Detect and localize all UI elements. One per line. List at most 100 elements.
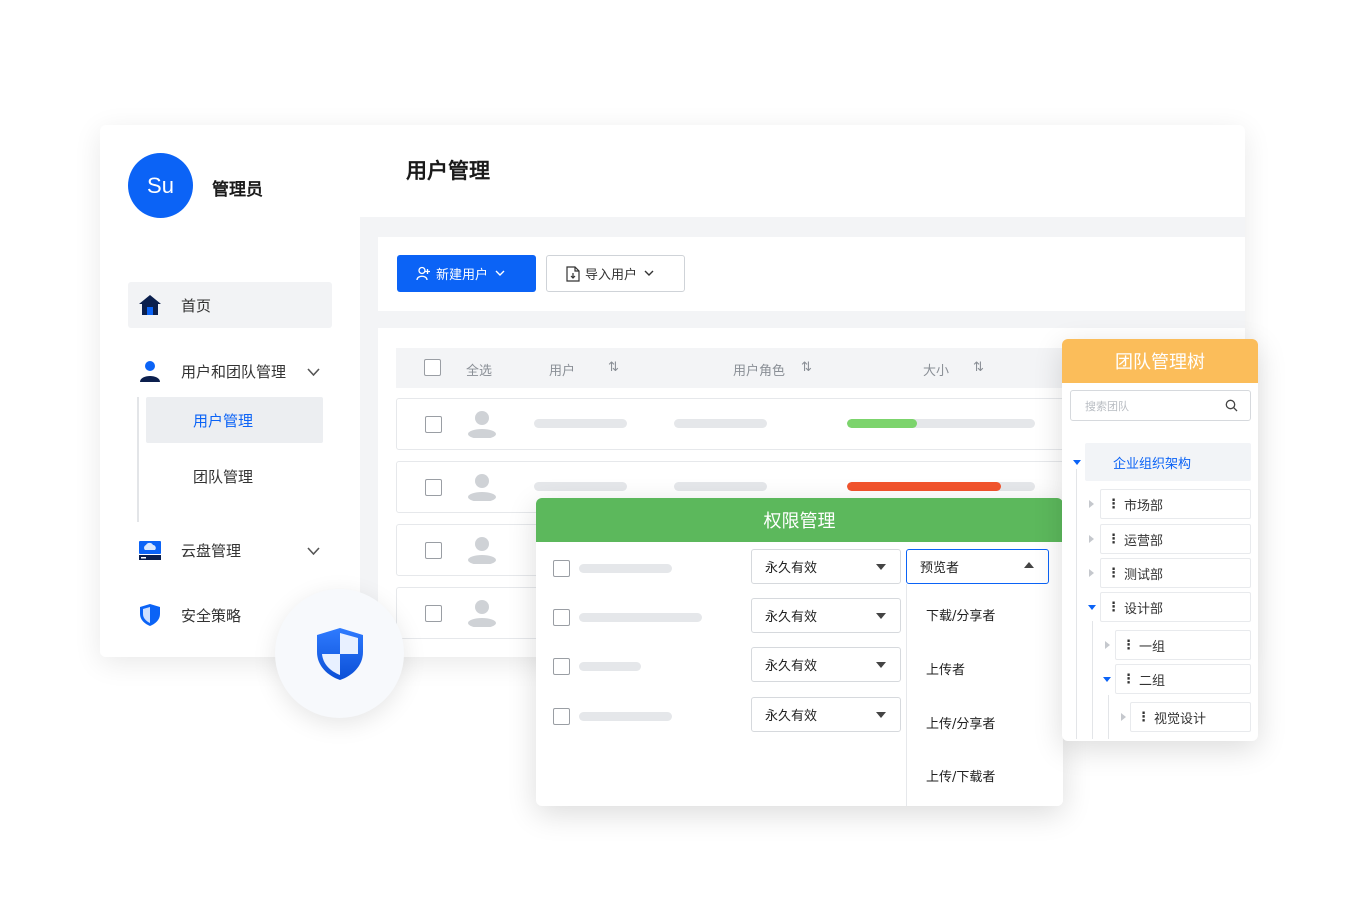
- drag-handle-icon[interactable]: ⋮: [1107, 532, 1120, 547]
- search-icon[interactable]: [1225, 399, 1238, 412]
- import-user-button[interactable]: 导入用户: [546, 255, 685, 292]
- chevron-down-icon: [495, 270, 505, 277]
- chevron-down-icon[interactable]: [307, 542, 320, 560]
- validity-value: 永久有效: [765, 610, 818, 625]
- tree-node-label: 市场部: [1124, 498, 1164, 514]
- column-header-size[interactable]: 大小: [923, 360, 949, 379]
- tree-node-label: 一组: [1139, 639, 1166, 655]
- caret-down-icon: [876, 712, 886, 718]
- collapse-arrow-icon[interactable]: [1121, 713, 1126, 721]
- storage-usage-bar: [847, 482, 1035, 491]
- tree-node-label: 设计部: [1124, 601, 1164, 617]
- toolbar: 新建用户 导入用户: [378, 237, 1245, 311]
- drag-handle-icon[interactable]: ⋮: [1107, 497, 1120, 512]
- role-option[interactable]: 上传/分享者: [926, 713, 995, 732]
- tree-node-label: 企业组织架构: [1113, 456, 1192, 472]
- sidebar-item-team-manage[interactable]: 团队管理: [146, 453, 323, 499]
- row-checkbox[interactable]: [425, 542, 442, 559]
- sidebar-item-label: 首页: [181, 296, 212, 315]
- sidebar-item-label: 安全策略: [181, 606, 242, 625]
- role-option[interactable]: 上传者: [926, 659, 965, 678]
- user-avatar-icon: [468, 411, 496, 438]
- tree-node-group2[interactable]: ⋮ 二组: [1115, 664, 1251, 694]
- column-header-role[interactable]: 用户角色: [733, 360, 785, 379]
- role-selected-value: 预览者: [920, 561, 960, 576]
- drag-handle-icon[interactable]: ⋮: [1107, 566, 1120, 581]
- sidebar-item-user-team[interactable]: 用户和团队管理: [128, 348, 332, 394]
- permission-row: 永久有效: [536, 697, 906, 733]
- sidebar-item-label: 团队管理: [193, 467, 254, 486]
- row-checkbox[interactable]: [425, 479, 442, 496]
- import-file-icon: [566, 265, 580, 282]
- validity-select[interactable]: 永久有效: [751, 549, 901, 584]
- row-checkbox[interactable]: [425, 605, 442, 622]
- expand-arrow-icon[interactable]: [1103, 677, 1111, 682]
- team-search-input[interactable]: 搜索团队: [1070, 390, 1251, 421]
- add-user-icon: [416, 266, 431, 281]
- row-checkbox[interactable]: [553, 560, 570, 577]
- tree-node-group1[interactable]: ⋮ 一组: [1115, 630, 1251, 660]
- column-header-user[interactable]: 用户: [549, 360, 575, 379]
- permission-row: 永久有效: [536, 549, 906, 585]
- collapse-arrow-icon[interactable]: [1089, 500, 1094, 508]
- role-placeholder: [674, 419, 767, 428]
- admin-name: 管理员: [212, 180, 263, 200]
- drag-handle-icon[interactable]: ⋮: [1122, 638, 1135, 653]
- team-tree-title: 团队管理树: [1062, 339, 1258, 383]
- sidebar-item-label: 用户和团队管理: [181, 362, 287, 381]
- user-avatar-icon: [468, 537, 496, 564]
- tree-node-operation[interactable]: ⋮ 运营部: [1100, 524, 1251, 554]
- avatar[interactable]: Su: [128, 153, 193, 218]
- drag-handle-icon[interactable]: ⋮: [1122, 672, 1135, 687]
- caret-down-icon: [876, 564, 886, 570]
- expand-arrow-icon[interactable]: [1073, 460, 1081, 465]
- validity-select[interactable]: 永久有效: [751, 598, 901, 633]
- new-user-button[interactable]: 新建用户: [397, 255, 536, 292]
- tree-node-testing[interactable]: ⋮ 测试部: [1100, 558, 1251, 588]
- user-avatar-icon: [468, 600, 496, 627]
- tree-node-label: 测试部: [1124, 567, 1164, 583]
- sort-icon[interactable]: ⇅: [973, 360, 984, 375]
- user-icon: [137, 358, 163, 384]
- user-name-placeholder: [534, 419, 627, 428]
- drag-handle-icon[interactable]: ⋮: [1107, 600, 1120, 615]
- sidebar-tree-line: [137, 397, 139, 522]
- row-checkbox[interactable]: [553, 658, 570, 675]
- tree-node-root[interactable]: 企业组织架构: [1085, 443, 1251, 481]
- role-select[interactable]: 预览者: [906, 549, 1049, 584]
- sort-icon[interactable]: ⇅: [608, 360, 619, 375]
- row-checkbox[interactable]: [553, 609, 570, 626]
- tree-node-visual[interactable]: ⋮ 视觉设计: [1130, 702, 1251, 732]
- select-all-checkbox[interactable]: [424, 359, 441, 376]
- tree-node-market[interactable]: ⋮ 市场部: [1100, 489, 1251, 519]
- role-option[interactable]: 上传/下载者: [926, 766, 995, 785]
- sidebar-item-home[interactable]: 首页: [128, 282, 332, 328]
- sidebar-item-label: 云盘管理: [181, 541, 242, 560]
- expand-arrow-icon[interactable]: [1088, 605, 1096, 610]
- row-checkbox[interactable]: [425, 416, 442, 433]
- team-tree-panel: 团队管理树 搜索团队 企业组织架构 ⋮ 市场部 ⋮ 运营部 ⋮ 测试部 ⋮ 设计…: [1062, 339, 1258, 741]
- item-placeholder: [579, 662, 641, 671]
- item-placeholder: [579, 564, 672, 573]
- collapse-arrow-icon[interactable]: [1089, 569, 1094, 577]
- sidebar-item-user-manage[interactable]: 用户管理: [146, 397, 323, 443]
- home-icon: [137, 292, 163, 318]
- collapse-arrow-icon[interactable]: [1089, 535, 1094, 543]
- collapse-arrow-icon[interactable]: [1105, 641, 1110, 649]
- sidebar-item-cloud[interactable]: 云盘管理: [128, 527, 332, 573]
- new-user-label: 新建用户: [436, 268, 489, 283]
- column-header-select-all[interactable]: 全选: [466, 360, 492, 379]
- user-name-placeholder: [534, 482, 627, 491]
- permission-row: 永久有效: [536, 598, 906, 634]
- item-placeholder: [579, 613, 702, 622]
- sort-icon[interactable]: ⇅: [801, 360, 812, 375]
- validity-select[interactable]: 永久有效: [751, 647, 901, 682]
- role-option[interactable]: 下载/分享者: [926, 605, 995, 624]
- permission-title: 权限管理: [536, 498, 1063, 542]
- permission-panel: 权限管理 永久有效 永久有效 永久有效 永久有效 预览者 下载/分享者 上传者 …: [536, 498, 1063, 806]
- drag-handle-icon[interactable]: ⋮: [1137, 710, 1150, 725]
- tree-node-design[interactable]: ⋮ 设计部: [1100, 592, 1251, 622]
- validity-select[interactable]: 永久有效: [751, 697, 901, 732]
- row-checkbox[interactable]: [553, 708, 570, 725]
- chevron-down-icon[interactable]: [307, 363, 320, 381]
